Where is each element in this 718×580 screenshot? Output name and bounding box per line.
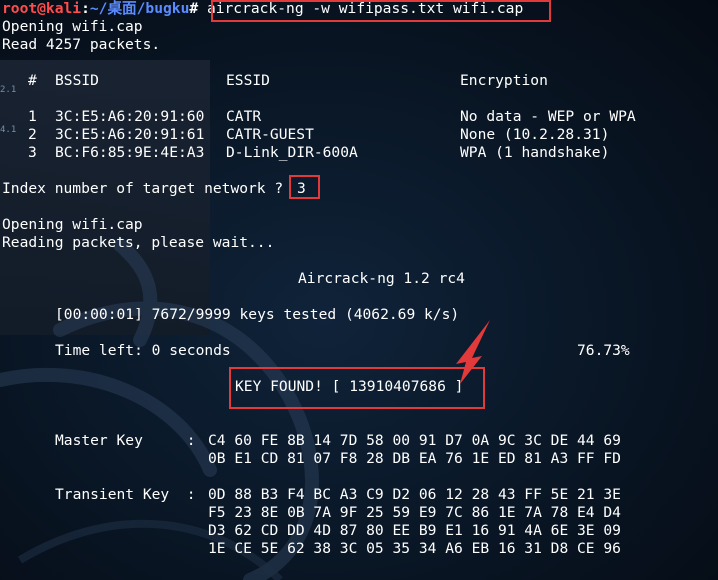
network-encryption: None (10.2.28.31)	[460, 126, 610, 143]
command-highlight-box	[211, 0, 551, 22]
prompt-separator: :	[81, 0, 90, 17]
index-prompt: Index number of target network ?	[2, 180, 284, 197]
output-reading: Reading packets, please wait...	[2, 234, 275, 251]
output-opening-2: Opening wifi.cap	[2, 216, 143, 233]
network-num: 2	[28, 126, 37, 143]
network-num: 1	[28, 108, 37, 125]
network-essid: D-Link_DIR-600A	[226, 144, 358, 161]
output-read-packets: Read 4257 packets.	[2, 36, 161, 53]
progress-percent: 76.73%	[577, 342, 630, 359]
prompt-user-host: root@kali	[2, 0, 82, 17]
time-left: Time left: 0 seconds	[55, 342, 231, 359]
transient-key-line: 1E CE 5E 62 38 3C 05 35 34 A6 EB 16 31 D…	[208, 540, 621, 557]
master-key-line: C4 60 FE 8B 14 7D 58 00 91 D7 0A 9C 3C D…	[208, 432, 621, 449]
col-header-bssid: BSSID	[55, 72, 99, 89]
transient-key-line: D3 62 CD DD 4D 87 80 EE B9 E1 16 91 4A 6…	[208, 522, 621, 539]
col-header-essid: ESSID	[226, 72, 270, 89]
transient-key-line: 0D 88 B3 F4 BC A3 C9 D2 06 12 28 43 FF 5…	[208, 486, 621, 503]
network-bssid: 3C:E5:A6:20:91:60	[55, 108, 205, 125]
annotation-arrow-icon	[456, 320, 490, 384]
keys-tested-status: [00:00:01] 7672/9999 keys tested (4062.6…	[55, 306, 460, 323]
transient-key-line: F5 23 8E 0B 7A 9F 25 59 E9 7C 86 1E 7A 7…	[208, 504, 621, 521]
network-essid: CATR-GUEST	[226, 126, 314, 143]
transient-key-label: Transient Key :	[55, 486, 196, 503]
network-essid: CATR	[226, 108, 262, 125]
network-encryption: No data - WEP or WPA	[460, 108, 636, 125]
prompt-path: ~/桌面/bugku	[89, 0, 190, 17]
network-num: 3	[28, 144, 37, 161]
key-found-highlight-box	[229, 367, 485, 409]
master-key-line: 0B E1 CD 81 07 F8 28 DB EA 76 1E ED 81 A…	[208, 450, 621, 467]
col-header-encryption: Encryption	[460, 72, 548, 89]
col-header-num: #	[28, 72, 37, 89]
index-highlight-box	[289, 175, 320, 199]
network-encryption: WPA (1 handshake)	[460, 144, 610, 161]
output-opening: Opening wifi.cap	[2, 18, 143, 35]
network-bssid: BC:F6:85:9E:4E:A3	[55, 144, 205, 161]
aircrack-banner: Aircrack-ng 1.2 rc4	[298, 270, 465, 287]
master-key-label: Master Key :	[55, 432, 196, 449]
prompt-symbol: #	[189, 0, 199, 17]
network-bssid: 3C:E5:A6:20:91:61	[55, 126, 205, 143]
